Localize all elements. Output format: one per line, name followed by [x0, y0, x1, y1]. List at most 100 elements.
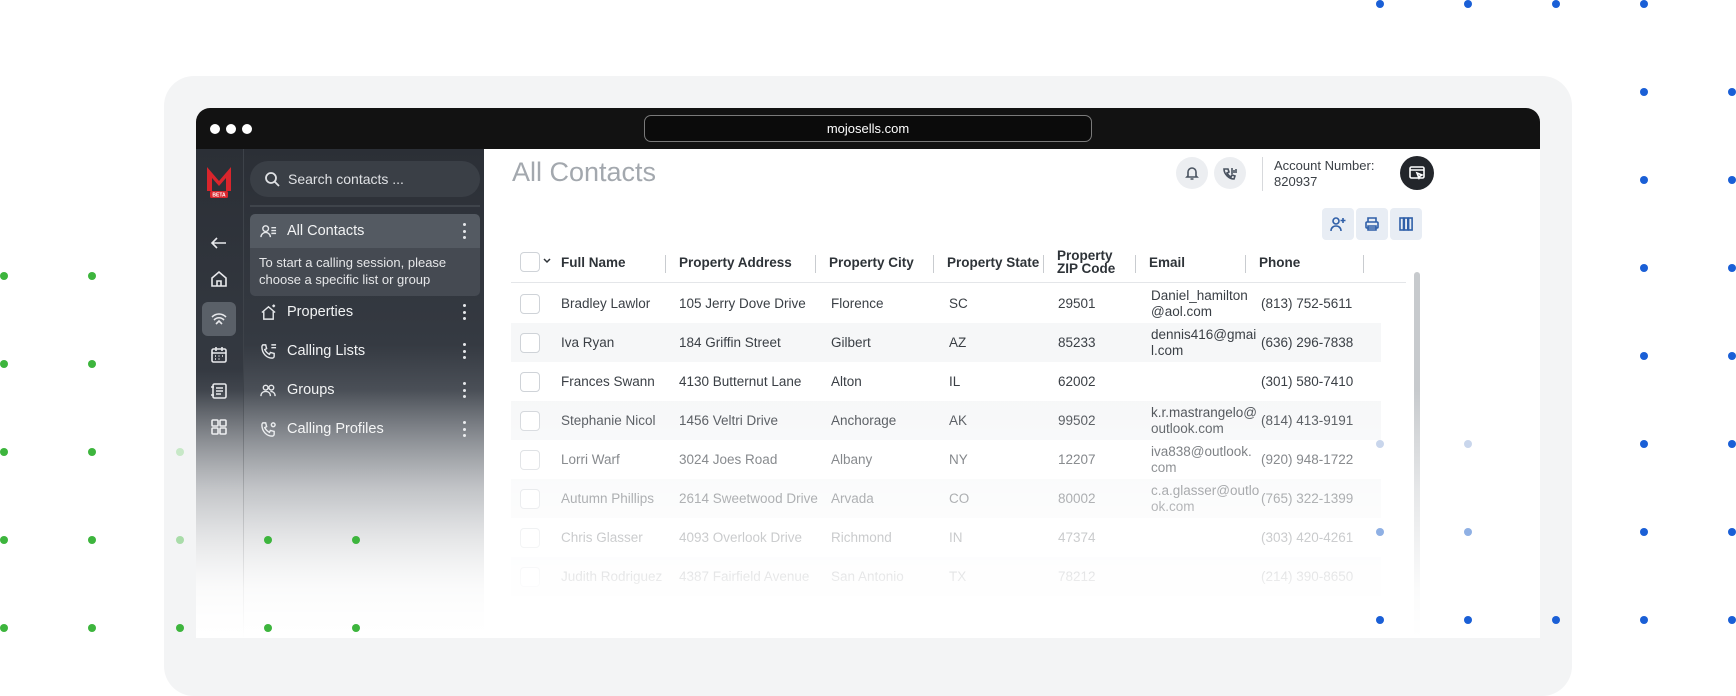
calling-lists-icon	[261, 343, 277, 359]
sidebar-item-properties[interactable]: Properties	[250, 295, 480, 329]
row-checkbox[interactable]	[520, 528, 540, 548]
cell-name: Judith Rodriguez	[561, 568, 663, 584]
calendar-icon[interactable]	[207, 343, 231, 367]
column-separator[interactable]	[1245, 255, 1246, 273]
notes-icon[interactable]	[207, 379, 231, 403]
contacts-list-icon	[260, 224, 277, 237]
search-input[interactable]: Search contacts ...	[250, 161, 480, 197]
column-separator[interactable]	[665, 255, 666, 273]
column-separator[interactable]	[1363, 255, 1364, 273]
column-header[interactable]: Property Address	[679, 241, 792, 283]
cell-name: Autumn Phillips	[561, 490, 655, 506]
main-content: All Contacts Account Number: 820937 Full…	[487, 149, 1540, 638]
notifications-button[interactable]	[1176, 157, 1208, 189]
table-row[interactable]: Autumn Phillips 2614 Sweetwood Drive Arvad…	[511, 479, 1418, 518]
cell-city: Richmond	[831, 529, 892, 545]
row-checkbox[interactable]	[520, 411, 540, 431]
sidebar-item-groups[interactable]: Groups	[250, 373, 480, 407]
table-header: Full Name Property Address Property City…	[511, 241, 1406, 283]
cell-name: Chris Glasser	[561, 529, 643, 545]
column-header[interactable]: Phone	[1259, 241, 1300, 283]
chevron-down-icon[interactable]	[543, 258, 551, 264]
window-cursor-icon	[1409, 166, 1425, 180]
column-header[interactable]: Email	[1149, 241, 1185, 283]
column-header[interactable]: Property State	[947, 241, 1039, 283]
column-header[interactable]: Property City	[829, 241, 914, 283]
sidebar-item-calling-profiles[interactable]: Calling Profiles	[250, 412, 480, 446]
table-row[interactable]: Lorri Warf 3024 Joes Road Albany NY 12207 iva…	[511, 440, 1418, 479]
cell-phone: (636) 296-7838	[1261, 334, 1354, 350]
calling-profiles-icon	[261, 421, 276, 437]
window-dot	[226, 124, 236, 134]
cell-email	[1151, 557, 1255, 596]
row-checkbox[interactable]	[520, 567, 540, 587]
add-user-icon	[1330, 217, 1346, 232]
cell-state: TX	[949, 568, 967, 584]
more-options-icon[interactable]	[462, 343, 466, 359]
more-options-icon[interactable]	[462, 382, 466, 398]
row-checkbox[interactable]	[520, 372, 540, 392]
column-header[interactable]: Property ZIP Code	[1057, 241, 1117, 283]
mojo-logo[interactable]: BETA	[205, 163, 233, 199]
column-separator[interactable]	[1135, 255, 1136, 273]
cell-email	[1151, 362, 1255, 401]
column-separator[interactable]	[933, 255, 934, 273]
row-checkbox[interactable]	[520, 333, 540, 353]
cell-email: dennis416@gmai l.com	[1151, 326, 1257, 358]
cell-email: c.a.glasser@outlo ok.com	[1151, 482, 1260, 514]
sidebar-item-label: Calling Lists	[287, 343, 366, 359]
address-bar[interactable]: mojosells.com	[644, 115, 1092, 142]
cell-zip: 85233	[1058, 334, 1096, 350]
cell-state: IL	[949, 373, 961, 389]
print-button[interactable]	[1356, 208, 1388, 240]
search-placeholder: Search contacts ...	[288, 171, 404, 187]
phone-wave-icon	[1223, 168, 1237, 180]
cell-name: Frances Swann	[561, 373, 655, 389]
columns-button[interactable]	[1390, 208, 1422, 240]
table-row[interactable]: Bradley Lawlor 105 Jerry Dove Drive Floren…	[511, 284, 1418, 323]
profile-button[interactable]	[1400, 156, 1434, 190]
table-row[interactable]: Iva Ryan 184 Griffin Street Gilbert AZ 85233…	[511, 323, 1418, 362]
columns-icon	[1399, 217, 1413, 231]
more-options-icon[interactable]	[462, 223, 466, 239]
table-scrollbar[interactable]	[1414, 272, 1420, 638]
voice-button[interactable]	[1214, 157, 1246, 189]
sidebar-item-all-contacts[interactable]: All Contacts	[250, 214, 480, 248]
cell-state: AK	[949, 412, 968, 428]
row-checkbox[interactable]	[520, 294, 540, 314]
cell-city: Albany	[831, 451, 873, 467]
row-checkbox[interactable]	[520, 450, 540, 470]
dialer-icon[interactable]	[202, 302, 236, 336]
column-separator[interactable]	[1043, 255, 1044, 273]
table-row[interactable]: Frances Swann 4130 Butternut Lane Alton IL 6…	[511, 362, 1418, 401]
cell-city: Arvada	[831, 490, 874, 506]
table-row[interactable]: Stephanie Nicol 1456 Veltri Drive Anchorag…	[511, 401, 1418, 440]
add-contact-button[interactable]	[1322, 208, 1354, 240]
cell-email: k.r.mastrangelo@ outlook.com	[1151, 404, 1257, 436]
table-row[interactable]: Chris Glasser 4093 Overlook Drive Richmond…	[511, 518, 1418, 557]
search-icon	[265, 172, 280, 187]
cell-city: Anchorage	[831, 412, 897, 428]
sidebar-item-calling-lists[interactable]: Calling Lists	[250, 334, 480, 368]
home-icon[interactable]	[207, 267, 231, 291]
row-checkbox[interactable]	[520, 489, 540, 509]
sidebar-item-label: All Contacts	[287, 223, 365, 239]
back-arrow-icon[interactable]	[207, 231, 231, 255]
cell-name: Bradley Lawlor	[561, 295, 651, 311]
cell-phone: (813) 752-5611	[1261, 295, 1353, 311]
page-title: All Contacts	[512, 157, 657, 187]
column-separator[interactable]	[815, 255, 816, 273]
select-all-checkbox[interactable]	[520, 252, 540, 272]
browser-titlebar: mojosells.com	[196, 108, 1540, 149]
more-options-icon[interactable]	[462, 304, 466, 320]
more-options-icon[interactable]	[462, 421, 466, 437]
cell-address: 2614 Sweetwood Drive	[679, 490, 818, 506]
print-icon	[1365, 217, 1379, 231]
window-dot	[210, 124, 220, 134]
cell-name: Iva Ryan	[561, 334, 615, 350]
table-row[interactable]: Judith Rodriguez 4387 Fairfield Avenue San…	[511, 557, 1418, 596]
apps-icon[interactable]	[207, 415, 231, 439]
cell-state: CO	[949, 490, 970, 506]
column-header[interactable]: Full Name	[561, 241, 626, 283]
cell-name: Stephanie Nicol	[561, 412, 656, 428]
